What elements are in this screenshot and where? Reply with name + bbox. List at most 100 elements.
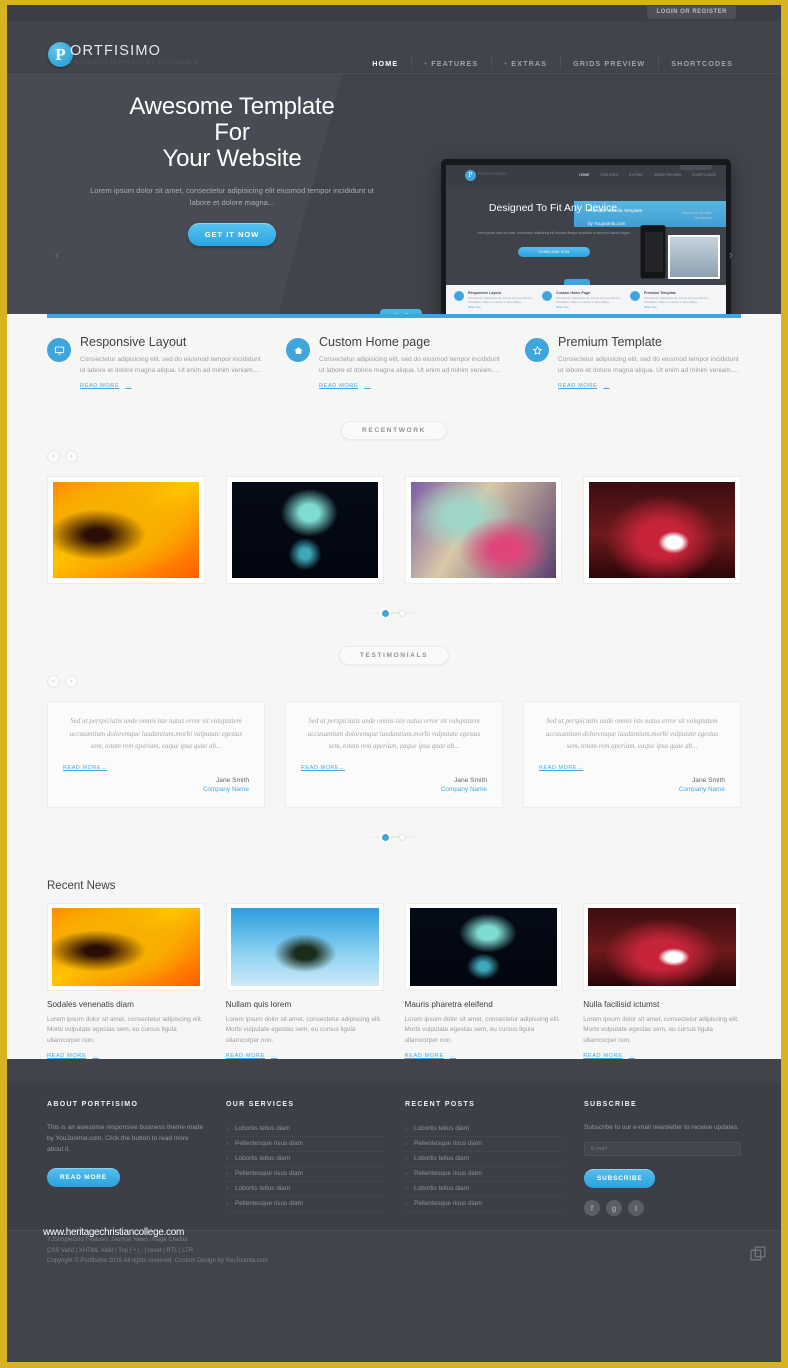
testimonial-author: Jane Smith Company Name bbox=[539, 777, 725, 793]
nav-item-features[interactable]: + FEATURES bbox=[411, 56, 491, 69]
grid-toggle-icon[interactable] bbox=[402, 312, 411, 314]
facebook-icon[interactable]: f bbox=[584, 1200, 600, 1216]
hero-next-arrow[interactable]: › bbox=[729, 247, 733, 262]
news-read-more-link[interactable]: READ MORE → bbox=[583, 1053, 741, 1059]
login-or-register-button[interactable]: LOGIN OR REGISTER bbox=[647, 6, 736, 19]
list-item[interactable]: Lobortis tellus diam bbox=[405, 1152, 562, 1167]
list-item[interactable]: Pellentesque risus diam bbox=[405, 1197, 562, 1212]
mockup-feature-1: Custom Home Page Consectetur adipisicing… bbox=[542, 291, 630, 314]
footer-heading-about: ABOUT PORTFISIMO bbox=[47, 1101, 139, 1108]
list-item[interactable]: Lobortis tellus diam bbox=[226, 1122, 383, 1137]
testimonial-quote: Sed ut perspiciatis unde omnis iste natu… bbox=[545, 717, 719, 750]
mockup-logo-text: PORTFISIMO bbox=[478, 171, 507, 176]
news-read-more-link[interactable]: READ MORE → bbox=[47, 1053, 205, 1059]
news-card: Nullam quis lorem Lorem ipsum dolor sit … bbox=[225, 902, 384, 1059]
nav-item-shortcodes[interactable]: SHORTCODES bbox=[658, 56, 746, 69]
list-item[interactable]: Lobortis tellus diam bbox=[226, 1152, 383, 1167]
list-item[interactable]: Pellentesque risus diam bbox=[405, 1167, 562, 1182]
news-read-more-link[interactable]: READ MORE → bbox=[226, 1053, 384, 1059]
list-item[interactable]: Lobortis tellus diam bbox=[226, 1182, 383, 1197]
list-item[interactable]: Pellentesque risus diam bbox=[226, 1137, 383, 1152]
portfolio-item[interactable] bbox=[583, 476, 741, 584]
portfolio-item[interactable] bbox=[225, 476, 384, 584]
pagination-dot-active[interactable] bbox=[381, 833, 389, 841]
hero-prev-arrow[interactable]: ‹ bbox=[55, 247, 59, 262]
mockup-tablet-device bbox=[668, 235, 720, 279]
footer-posts-list: Lobortis tellus diam Pellentesque risus … bbox=[405, 1122, 562, 1212]
news-read-more-link[interactable]: READ MORE → bbox=[405, 1053, 563, 1059]
bottom-links-line-2[interactable]: CSS Valid | XHTML Valid | Top | + | - | … bbox=[47, 1246, 741, 1257]
subscribe-email-input[interactable] bbox=[584, 1142, 741, 1156]
list-item[interactable]: Lobortis tellus diam bbox=[405, 1122, 562, 1137]
portfolio-item[interactable] bbox=[47, 476, 205, 584]
testimonials-pagination bbox=[47, 828, 741, 846]
testimonial-author-company[interactable]: Company Name bbox=[63, 786, 249, 793]
play-pause-icon[interactable] bbox=[391, 312, 400, 314]
news-title[interactable]: Nullam quis lorem bbox=[226, 1000, 384, 1009]
testimonials-carousel-nav: ‹ › bbox=[47, 675, 741, 688]
plus-icon: + bbox=[504, 61, 509, 67]
recent-work-next-button[interactable]: › bbox=[65, 450, 78, 463]
feature-read-more-link[interactable]: READ MORE → bbox=[319, 383, 502, 389]
portfolio-pagination bbox=[47, 604, 741, 622]
news-thumbnail[interactable] bbox=[583, 902, 741, 991]
portfolio-image-1 bbox=[53, 482, 199, 578]
read-more-label: READ MORE bbox=[301, 764, 340, 771]
mockup-feature-2: Premium Template Consectetur adipisicing… bbox=[630, 291, 718, 314]
arrow-right-icon: → bbox=[101, 764, 108, 771]
pagination-dot[interactable] bbox=[399, 833, 407, 841]
main-navigation: HOME + FEATURES + EXTRAS GRIDS PREVIEW SHO… bbox=[359, 56, 746, 69]
hero-content: Awesome Template For Your Website Lorem … bbox=[67, 94, 397, 246]
nav-item-home[interactable]: HOME bbox=[359, 59, 411, 68]
list-item[interactable]: Pellentesque risus diam bbox=[226, 1197, 383, 1212]
testimonial-author-panel bbox=[56, 800, 256, 823]
read-more-label: READ MORE bbox=[558, 383, 598, 389]
news-title[interactable]: Nulla facilisid ictumst bbox=[583, 1000, 741, 1009]
testimonials-next-button[interactable]: › bbox=[65, 675, 78, 688]
portfolio-item[interactable] bbox=[404, 476, 563, 584]
recent-work-prev-button[interactable]: ‹ bbox=[47, 450, 60, 463]
testimonial-read-more-link[interactable]: READ MORE→ bbox=[539, 765, 725, 771]
footer-heading-subscribe: SUBSCRIBE bbox=[584, 1101, 637, 1108]
nav-label-features: FEATURES bbox=[431, 59, 479, 68]
feature-read-more-link[interactable]: READ MORE → bbox=[558, 383, 741, 389]
mockup-feature-icon bbox=[454, 291, 464, 301]
pagination-dot-active[interactable] bbox=[381, 610, 389, 617]
news-thumbnail[interactable] bbox=[404, 902, 563, 991]
footer-read-more-button[interactable]: READ MORE bbox=[47, 1168, 120, 1187]
nav-label-extras: EXTRAS bbox=[511, 59, 548, 68]
news-thumbnail[interactable] bbox=[47, 902, 205, 991]
list-item[interactable]: Pellentesque risus diam bbox=[226, 1167, 383, 1182]
testimonial-read-more-link[interactable]: READ MORE→ bbox=[301, 765, 487, 771]
testimonial-author-company[interactable]: Company Name bbox=[301, 786, 487, 793]
news-title[interactable]: Sodales venenatis diam bbox=[47, 1000, 205, 1009]
nav-item-grids-preview[interactable]: GRIDS PREVIEW bbox=[560, 56, 658, 69]
testimonial-author-company[interactable]: Company Name bbox=[539, 786, 725, 793]
arrow-right-icon: → bbox=[125, 383, 132, 389]
pagination-dot[interactable] bbox=[399, 610, 407, 617]
footer-column-subscribe: SUBSCRIBE Subscribe to our e-mail newsle… bbox=[584, 1101, 741, 1216]
mockup-feature-icon bbox=[630, 291, 640, 301]
get-it-now-button[interactable]: GET IT NOW bbox=[187, 223, 277, 246]
news-title[interactable]: Mauris pharetra eleifend bbox=[405, 1000, 563, 1009]
read-more-label: READ MORE bbox=[225, 1053, 266, 1059]
google-plus-icon[interactable]: g bbox=[606, 1200, 622, 1216]
mockup-feature-title: Responsive Layout bbox=[468, 291, 501, 295]
testimonials-prev-button[interactable]: ‹ bbox=[47, 675, 60, 688]
testimonial-read-more-link[interactable]: READ MORE→ bbox=[63, 765, 249, 771]
twitter-icon[interactable]: t bbox=[628, 1200, 644, 1216]
arrow-right-icon: → bbox=[628, 1053, 635, 1059]
resize-handle-icon[interactable] bbox=[750, 1245, 767, 1263]
hero-bottom-tab[interactable] bbox=[380, 309, 422, 314]
testimonial-card: Sed ut perspiciatis unde omnis iste natu… bbox=[523, 701, 741, 823]
subscribe-button[interactable]: SUBSCRIBE bbox=[584, 1169, 656, 1188]
list-item[interactable]: Lobortis tellus diam bbox=[405, 1182, 562, 1197]
list-item[interactable]: Pellentesque risus diam bbox=[405, 1137, 562, 1152]
portfolio-image-3 bbox=[410, 482, 557, 578]
news-thumbnail[interactable] bbox=[225, 902, 384, 991]
site-logo[interactable]: P ORTFISIMO PORTFOLIO TEMPLATE BY YOUJOO… bbox=[48, 42, 198, 67]
mockup-nav-4: SHORTCODES bbox=[692, 173, 716, 177]
nav-item-extras[interactable]: + EXTRAS bbox=[491, 56, 560, 69]
testimonials-row: Sed ut perspiciatis unde omnis iste natu… bbox=[47, 701, 741, 823]
feature-read-more-link[interactable]: READ MORE → bbox=[80, 383, 263, 389]
